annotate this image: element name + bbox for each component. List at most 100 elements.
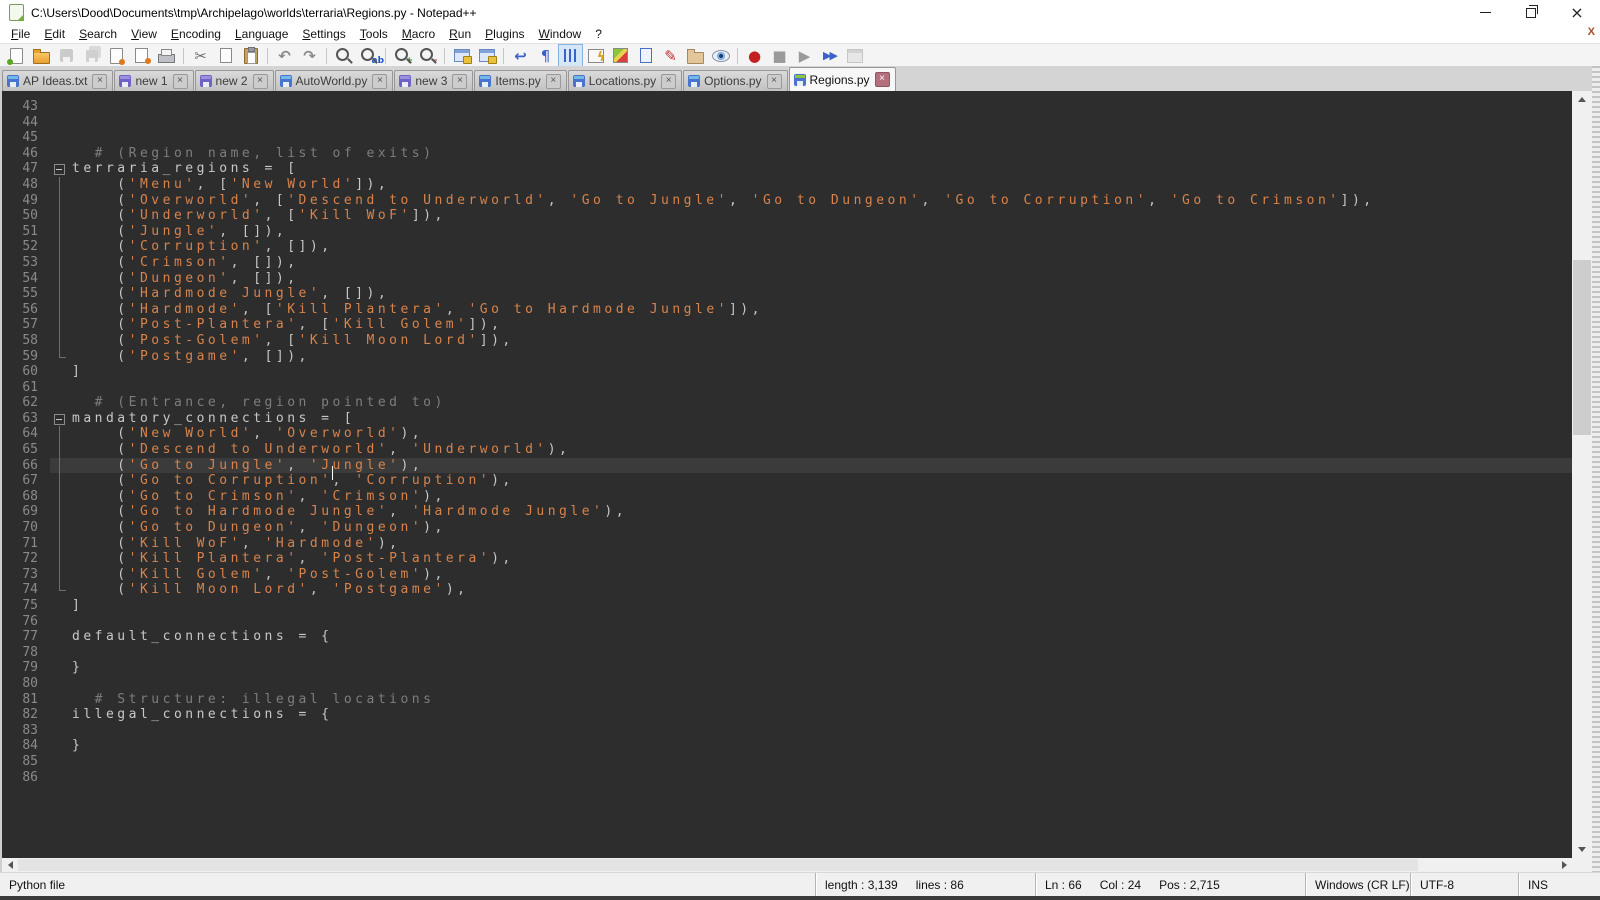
fold-margin[interactable] xyxy=(50,115,72,131)
code-text[interactable]: ('Jungle', []), xyxy=(72,224,1572,240)
fold-margin[interactable] xyxy=(50,239,72,255)
menu-item[interactable]: File xyxy=(4,26,37,42)
code-text[interactable]: } xyxy=(72,738,1572,754)
code-text[interactable]: terraria_regions = [ xyxy=(72,161,1572,177)
code-text[interactable] xyxy=(72,723,1572,739)
fold-margin[interactable] xyxy=(50,255,72,271)
macro-record-icon[interactable]: ● xyxy=(742,44,767,67)
code-text[interactable]: ('Kill Moon Lord', 'Postgame'), xyxy=(72,582,1572,598)
code-text[interactable]: # (Entrance, region pointed to) xyxy=(72,395,1572,411)
cut-icon[interactable]: ✂ xyxy=(188,44,213,67)
tab-close-icon[interactable]: × xyxy=(875,72,890,87)
undo-icon[interactable]: ↶ xyxy=(272,44,297,67)
fold-margin[interactable] xyxy=(50,770,72,786)
indent-guide-icon[interactable] xyxy=(558,44,583,67)
menu-item[interactable]: Plugins xyxy=(478,26,531,42)
code-text[interactable]: ('Go to Corruption', 'Corruption'), xyxy=(72,473,1572,489)
code-text[interactable]: # Structure: illegal locations xyxy=(72,692,1572,708)
fold-margin[interactable] xyxy=(50,458,72,474)
fold-margin[interactable] xyxy=(50,536,72,552)
code-text[interactable]: ('Postgame', []), xyxy=(72,349,1572,365)
fold-margin[interactable] xyxy=(50,224,72,240)
vertical-scroll-thumb[interactable] xyxy=(1573,260,1591,435)
fold-margin[interactable] xyxy=(50,598,72,614)
menu-item[interactable]: Edit xyxy=(37,26,72,42)
code-text[interactable]: ('New World', 'Overworld'), xyxy=(72,426,1572,442)
tab[interactable]: Options.py × xyxy=(683,70,787,91)
tab[interactable]: AutoWorld.py × xyxy=(275,70,394,91)
fold-margin[interactable] xyxy=(50,395,72,411)
code-text[interactable]: ] xyxy=(72,598,1572,614)
horizontal-scroll-thumb[interactable] xyxy=(18,859,1418,871)
new-file-icon[interactable] xyxy=(4,44,29,67)
zoom-out-icon[interactable]: − xyxy=(415,44,440,67)
restore-button[interactable] xyxy=(1508,0,1554,25)
tab-close-icon[interactable]: × xyxy=(452,74,467,89)
paste-icon[interactable] xyxy=(238,44,263,67)
code-text[interactable] xyxy=(72,115,1572,131)
menu-item[interactable]: Window xyxy=(532,26,589,42)
file-monitoring-icon[interactable]: ✎ xyxy=(658,44,683,67)
fold-margin[interactable] xyxy=(50,645,72,661)
macro-play-icon[interactable]: ▶ xyxy=(792,44,817,67)
code-text[interactable]: ('Go to Crimson', 'Crimson'), xyxy=(72,489,1572,505)
fold-margin[interactable] xyxy=(50,442,72,458)
redo-icon[interactable]: ↷ xyxy=(297,44,322,67)
menu-item[interactable]: Tools xyxy=(353,26,395,42)
fold-margin[interactable] xyxy=(50,271,72,287)
menu-item[interactable]: Run xyxy=(442,26,478,42)
code-text[interactable] xyxy=(72,645,1572,661)
tab[interactable]: Items.py × xyxy=(474,70,566,91)
tab-close-icon[interactable]: × xyxy=(372,74,387,89)
copy-icon[interactable] xyxy=(213,44,238,67)
window-resize-edge[interactable] xyxy=(1592,66,1600,896)
fold-margin[interactable] xyxy=(50,582,72,598)
code-text[interactable]: ('Descend to Underworld', 'Underworld'), xyxy=(72,442,1572,458)
tab[interactable]: Locations.py × xyxy=(568,70,682,91)
fold-margin[interactable] xyxy=(50,146,72,162)
close-file-icon[interactable] xyxy=(104,44,129,67)
code-text[interactable]: ('Underworld', ['Kill WoF']), xyxy=(72,208,1572,224)
close-button[interactable]: × xyxy=(1554,0,1600,25)
document-switcher-icon[interactable] xyxy=(633,44,658,67)
code-text[interactable]: ('Corruption', []), xyxy=(72,239,1572,255)
fold-margin[interactable] xyxy=(50,504,72,520)
menu-item[interactable]: View xyxy=(124,26,164,42)
tab[interactable]: Regions.py × xyxy=(789,67,896,91)
code-text[interactable]: ('Kill Plantera', 'Post-Plantera'), xyxy=(72,551,1572,567)
menu-item[interactable]: ? xyxy=(588,26,609,42)
fold-margin[interactable] xyxy=(50,660,72,676)
fold-margin[interactable] xyxy=(50,707,72,723)
save-all-icon[interactable] xyxy=(79,44,104,67)
fold-margin[interactable] xyxy=(50,333,72,349)
code-text[interactable] xyxy=(72,380,1572,396)
code-text[interactable]: ('Go to Hardmode Jungle', 'Hardmode Jung… xyxy=(72,504,1572,520)
menu-item[interactable]: Language xyxy=(228,26,295,42)
menu-item[interactable]: Encoding xyxy=(164,26,228,42)
tab-close-icon[interactable]: × xyxy=(546,74,561,89)
code-text[interactable]: ('Dungeon', []), xyxy=(72,271,1572,287)
tab[interactable]: new 2 × xyxy=(195,70,274,91)
fold-margin[interactable] xyxy=(50,692,72,708)
code-text[interactable] xyxy=(72,130,1572,146)
code-text[interactable]: ('Post-Plantera', ['Kill Golem']), xyxy=(72,317,1572,333)
menu-item[interactable]: Macro xyxy=(395,26,442,42)
minimize-button[interactable] xyxy=(1462,0,1508,25)
code-text[interactable]: ('Hardmode Jungle', []), xyxy=(72,286,1572,302)
editor[interactable]: 43 44 45 46 xyxy=(0,91,1572,858)
fold-margin[interactable] xyxy=(50,723,72,739)
fold-margin[interactable] xyxy=(50,193,72,209)
horizontal-scrollbar[interactable] xyxy=(0,858,1572,872)
fold-margin[interactable] xyxy=(50,177,72,193)
code-text[interactable] xyxy=(72,99,1572,115)
function-list-icon[interactable]: ϟ xyxy=(583,44,608,67)
folder-as-workspace-icon[interactable] xyxy=(683,44,708,67)
document-map-icon[interactable] xyxy=(608,44,633,67)
fold-margin[interactable] xyxy=(50,317,72,333)
code-text[interactable]: illegal_connections = { xyxy=(72,707,1572,723)
fold-margin[interactable] xyxy=(50,426,72,442)
vertical-scrollbar[interactable] xyxy=(1572,91,1592,858)
code-text[interactable]: default_connections = { xyxy=(72,629,1572,645)
code-text[interactable]: ('Hardmode', ['Kill Plantera', 'Go to Ha… xyxy=(72,302,1572,318)
find-icon[interactable] xyxy=(331,44,356,67)
